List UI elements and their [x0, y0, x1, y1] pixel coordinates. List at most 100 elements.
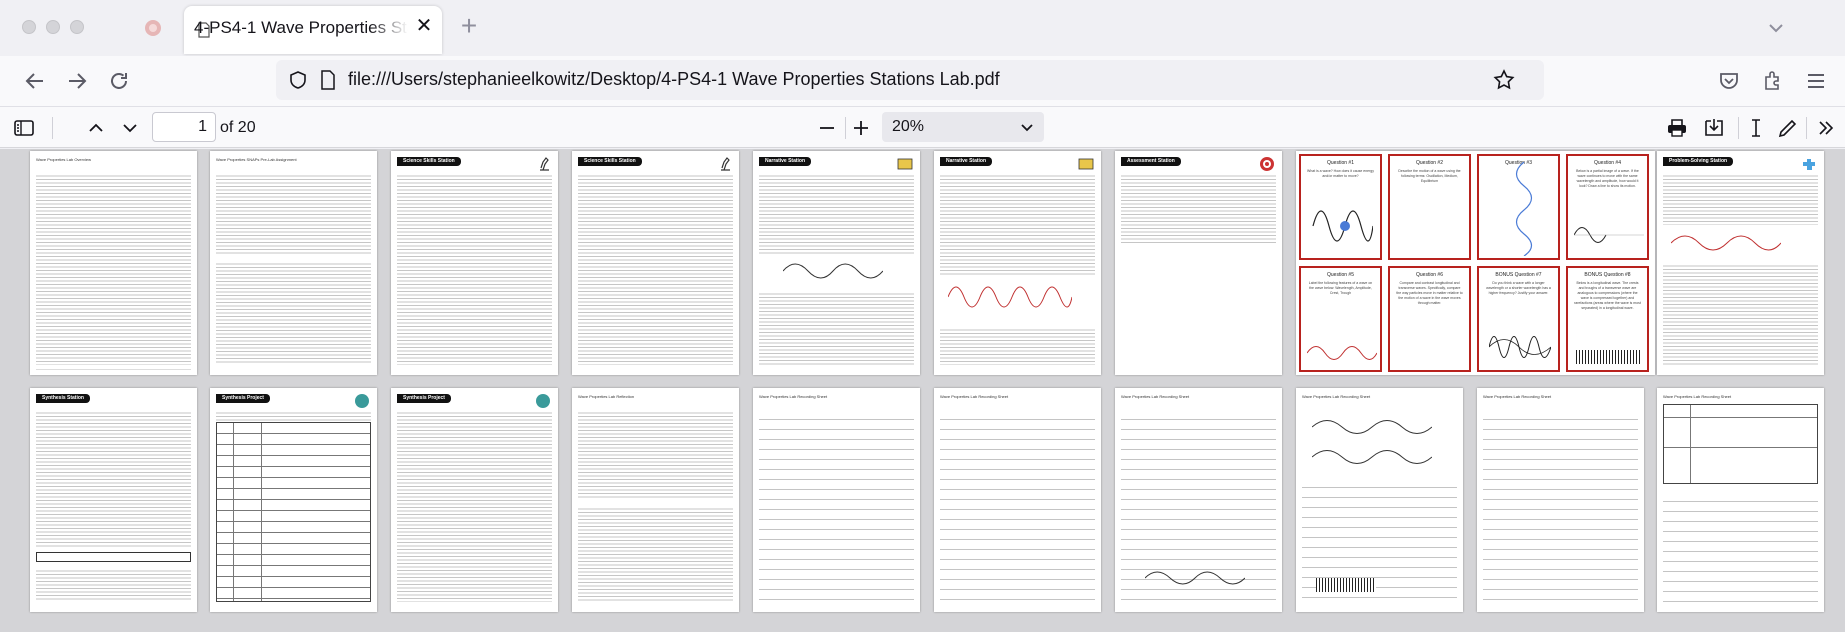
- page-thumbnail-19[interactable]: Wave Properties Lab Recording Sheet: [1657, 388, 1824, 612]
- page-answer-lines: [1483, 410, 1638, 602]
- page-thumbnail-18[interactable]: Wave Properties Lab Recording Sheet: [1477, 388, 1644, 612]
- page-number-input[interactable]: [152, 112, 216, 142]
- page-icon[interactable]: [320, 70, 336, 90]
- next-page-icon[interactable]: [118, 116, 142, 140]
- card-label: Question #2: [1416, 160, 1443, 166]
- page-thumbnail-9[interactable]: Problem-Solving Station: [1657, 151, 1824, 375]
- zoom-out-icon[interactable]: [815, 116, 839, 140]
- puzzle-icon: [1803, 159, 1815, 170]
- page-thumbnail-14[interactable]: Wave Properties Lab Recording Sheet: [753, 388, 920, 612]
- station-banner: Narrative Station: [759, 157, 812, 166]
- print-icon[interactable]: [1665, 116, 1689, 140]
- back-arrow-icon[interactable]: [22, 68, 48, 94]
- page-title: Wave Properties Lab Recording Sheet: [759, 394, 828, 399]
- wave-diagram: [1307, 346, 1377, 360]
- page-thumbnail-17[interactable]: Wave Properties Lab Recording Sheet: [1296, 388, 1463, 612]
- wave-diagram: [1145, 571, 1245, 585]
- page-title: Wave Properties Lab Recording Sheet: [1663, 394, 1732, 399]
- pocket-icon[interactable]: [1717, 69, 1741, 93]
- card-label: BONUS Question #8: [1584, 272, 1631, 278]
- card-text: Do you think a wave with a longer wavele…: [1486, 281, 1551, 295]
- page-text-block: [759, 173, 914, 255]
- cer-table: [1663, 404, 1818, 484]
- card-text: What is a wave? How does it cause energy…: [1307, 169, 1374, 178]
- page-answer-lines: [759, 410, 914, 602]
- zoom-window-button[interactable]: [70, 20, 84, 34]
- card-label: Question #5: [1327, 272, 1354, 278]
- page-title: Wave Properties Lab Recording Sheet: [1121, 394, 1190, 399]
- page-thumbnail-2[interactable]: Wave Properties SNAPs Pre-Lab Assignment: [210, 151, 377, 375]
- url-text[interactable]: file:///Users/stephanieelkowitz/Desktop/…: [348, 69, 1000, 90]
- station-banner: Science Skills Station: [578, 157, 642, 166]
- navigation-bar: file:///Users/stephanieelkowitz/Desktop/…: [0, 56, 1845, 106]
- page-thumbnail-5[interactable]: Narrative Station: [753, 151, 920, 375]
- page-thumbnail-11[interactable]: Synthesis Project: [210, 388, 377, 612]
- bookmark-star-icon[interactable]: [1492, 68, 1516, 92]
- shield-icon[interactable]: [288, 70, 308, 90]
- url-bar[interactable]: file:///Users/stephanieelkowitz/Desktop/…: [276, 60, 1544, 100]
- wave-diagram: [948, 286, 1072, 308]
- zoom-in-icon[interactable]: [849, 116, 873, 140]
- page-thumbnail-12[interactable]: Synthesis Project: [391, 388, 558, 612]
- close-window-button[interactable]: [22, 20, 36, 34]
- question-card-5: Question #5 Label the following features…: [1299, 266, 1382, 372]
- page-title: Wave Properties Lab Reflection: [578, 394, 635, 399]
- wave-diagram: [1312, 450, 1432, 464]
- firefox-icon: [145, 20, 161, 36]
- tools-expand-icon[interactable]: [1814, 116, 1838, 140]
- extensions-icon[interactable]: [1760, 69, 1784, 93]
- page-thumbnail-3[interactable]: Science Skills Station: [391, 151, 558, 375]
- question-cards-page[interactable]: Question #1 What is a wave? How does it …: [1296, 151, 1655, 375]
- page-text-block: [1121, 173, 1276, 245]
- page-count-label: of 20: [220, 119, 256, 136]
- page-thumbnail-1[interactable]: Wave Properties Lab Overview: [30, 151, 197, 375]
- longitudinal-wave-diagram: [1576, 350, 1642, 364]
- wave-diagram: [783, 263, 883, 279]
- tab-title: 4-PS4-1 Wave Properties Stations La: [194, 18, 408, 37]
- table-divider: [261, 423, 262, 601]
- pdf-viewer[interactable]: Wave Properties Lab Overview Wave Proper…: [0, 149, 1845, 632]
- card-label: Question #1: [1327, 160, 1354, 166]
- toolbar-separator: [1806, 117, 1807, 139]
- menu-icon[interactable]: [1804, 69, 1828, 93]
- page-thumbnail-10[interactable]: Synthesis Station: [30, 388, 197, 612]
- page-thumbnail-6[interactable]: Narrative Station: [934, 151, 1101, 375]
- station-banner: Narrative Station: [940, 157, 993, 166]
- page-thumbnail-15[interactable]: Wave Properties Lab Recording Sheet: [934, 388, 1101, 612]
- page-thumbnail-13[interactable]: Wave Properties Lab Reflection: [572, 388, 739, 612]
- station-banner: Assessment Station: [1121, 157, 1181, 166]
- text-tool-icon[interactable]: [1744, 116, 1768, 140]
- question-card-6: Question #6 Compare and contrast longitu…: [1388, 266, 1471, 372]
- page-thumbnail-7[interactable]: Assessment Station: [1115, 151, 1282, 375]
- forward-arrow-icon[interactable]: [64, 68, 90, 94]
- partial-wave-diagram: [1574, 227, 1644, 243]
- minimize-window-button[interactable]: [46, 20, 60, 34]
- question-card-7: BONUS Question #7 Do you think a wave wi…: [1477, 266, 1560, 372]
- page-thumbnail-16[interactable]: Wave Properties Lab Recording Sheet: [1115, 388, 1282, 612]
- sidebar-toggle-icon[interactable]: [12, 116, 36, 140]
- table-divider: [233, 423, 234, 601]
- save-icon[interactable]: [1702, 116, 1726, 140]
- station-banner: Problem-Solving Station: [1663, 157, 1734, 166]
- page-text-block: [36, 410, 191, 548]
- page-text-block: [216, 173, 371, 255]
- page-text-block: [759, 291, 914, 365]
- page-text-block: [940, 173, 1095, 275]
- zoom-select[interactable]: 20%: [882, 112, 1044, 142]
- card-text: Below is a longitudinal wave. The crests…: [1574, 281, 1641, 310]
- page-thumbnail-4[interactable]: Science Skills Station: [572, 151, 739, 375]
- new-tab-button[interactable]: +: [455, 12, 483, 42]
- table-divider: [1664, 447, 1817, 448]
- longitudinal-wave-diagram: [1316, 578, 1376, 592]
- reload-icon[interactable]: [106, 68, 132, 94]
- draw-tool-icon[interactable]: [1776, 116, 1800, 140]
- tab-list-chevron-icon[interactable]: [1766, 18, 1786, 38]
- page-text-block: [1663, 173, 1818, 225]
- station-banner: Science Skills Station: [397, 157, 461, 166]
- card-label: BONUS Question #7: [1495, 272, 1542, 278]
- station-banner: Synthesis Project: [216, 394, 270, 403]
- previous-page-icon[interactable]: [84, 116, 108, 140]
- wave-diagram: [1671, 235, 1781, 251]
- close-tab-icon[interactable]: ✕: [414, 16, 434, 37]
- page-text-block: [1663, 263, 1818, 365]
